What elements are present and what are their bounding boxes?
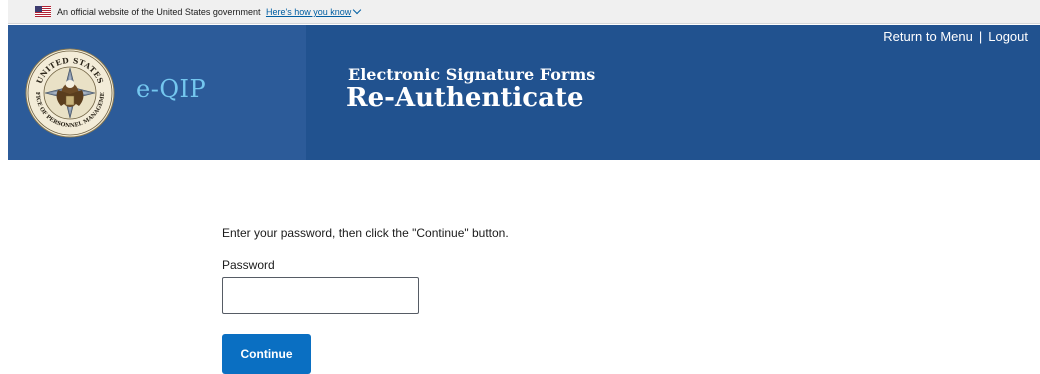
password-label: Password bbox=[222, 258, 275, 272]
chevron-down-icon[interactable] bbox=[352, 5, 362, 15]
app-name: e-QIP bbox=[136, 75, 207, 103]
continue-button[interactable]: Continue bbox=[222, 334, 311, 374]
us-flag-icon bbox=[35, 6, 51, 17]
header-nav: Return to Menu | Logout bbox=[883, 29, 1028, 44]
gov-banner-text: An official website of the United States… bbox=[57, 5, 362, 18]
nav-separator: | bbox=[978, 29, 983, 44]
instructions-text: Enter your password, then click the "Con… bbox=[222, 226, 509, 240]
password-input[interactable] bbox=[222, 277, 419, 314]
how-you-know-link[interactable]: Here's how you know bbox=[266, 5, 362, 17]
forms-title: Electronic Signature Forms bbox=[348, 65, 596, 84]
page-title: Re-Authenticate bbox=[346, 83, 584, 113]
return-to-menu-link[interactable]: Return to Menu bbox=[883, 29, 973, 44]
site-header: UNITED STATES OFFICE OF PERSONNEL MANAGE… bbox=[8, 25, 1040, 160]
how-you-know-label[interactable]: Here's how you know bbox=[266, 7, 351, 17]
logout-link[interactable]: Logout bbox=[988, 29, 1028, 44]
header-logo-panel: UNITED STATES OFFICE OF PERSONNEL MANAGE… bbox=[8, 25, 306, 160]
official-site-text: An official website of the United States… bbox=[57, 7, 261, 17]
gov-banner: An official website of the United States… bbox=[8, 0, 1040, 24]
opm-seal-icon: UNITED STATES OFFICE OF PERSONNEL MANAGE… bbox=[25, 48, 115, 138]
left-margin bbox=[0, 0, 8, 160]
